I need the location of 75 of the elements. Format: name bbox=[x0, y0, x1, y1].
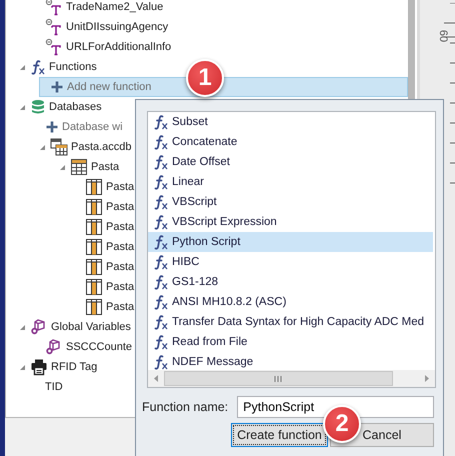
scroll-left-icon[interactable] bbox=[154, 375, 158, 382]
function-icon bbox=[153, 354, 169, 370]
column-icon bbox=[85, 278, 103, 296]
function-icon bbox=[153, 234, 169, 250]
text-field-icon bbox=[45, 18, 63, 36]
function-icon bbox=[153, 314, 169, 330]
function-item[interactable]: Transfer Data Syntax for High Capacity ADC Med bbox=[148, 312, 433, 332]
plus-icon bbox=[50, 80, 64, 94]
text-field-icon bbox=[45, 38, 63, 56]
function-icon bbox=[153, 214, 169, 230]
tree-item[interactable]: Pasta bbox=[6, 197, 134, 217]
tree-item[interactable]: Databases bbox=[6, 97, 102, 117]
tables-icon bbox=[50, 138, 68, 156]
plus-icon bbox=[45, 120, 59, 134]
function-name-label: Function name: bbox=[142, 400, 228, 414]
tree-item[interactable]: TID bbox=[6, 377, 63, 397]
function-item[interactable]: Subset bbox=[148, 112, 433, 132]
expand-arrow-icon[interactable] bbox=[19, 324, 26, 330]
tree-item[interactable]: Global Variables bbox=[6, 317, 131, 337]
expand-arrow-icon[interactable] bbox=[19, 64, 26, 70]
function-item[interactable]: ANSI MH10.8.2 (ASC) bbox=[148, 292, 433, 312]
column-icon bbox=[85, 258, 103, 276]
tree-item[interactable]: Pasta bbox=[6, 177, 134, 197]
expand-arrow-icon[interactable] bbox=[59, 164, 66, 170]
function-item[interactable]: Python Script bbox=[148, 232, 433, 252]
function-icon bbox=[153, 254, 169, 270]
function-icon bbox=[30, 59, 46, 75]
column-icon bbox=[85, 198, 103, 216]
tree-item[interactable]: SSCCCounte bbox=[6, 337, 132, 357]
tree-item[interactable]: TradeName2_Value bbox=[6, 0, 164, 17]
function-item[interactable]: VBScript Expression bbox=[148, 212, 433, 232]
expand-arrow-icon[interactable] bbox=[39, 144, 46, 150]
function-item[interactable]: Read from File bbox=[148, 332, 433, 352]
function-icon bbox=[153, 154, 169, 170]
column-icon bbox=[85, 178, 103, 196]
tree-item[interactable]: UnitDIIssuingAgency bbox=[6, 17, 168, 37]
scroll-right-icon[interactable] bbox=[425, 375, 429, 382]
grip-icon bbox=[274, 376, 283, 382]
column-icon bbox=[85, 298, 103, 316]
function-item[interactable]: VBScript bbox=[148, 192, 433, 212]
function-item[interactable]: HIBC bbox=[148, 252, 433, 272]
function-icon bbox=[153, 194, 169, 210]
function-item[interactable]: Concatenate bbox=[148, 132, 433, 152]
tree-item[interactable]: Database wi bbox=[6, 117, 123, 137]
function-icon bbox=[153, 274, 169, 290]
printer-icon bbox=[30, 358, 48, 376]
column-icon bbox=[85, 238, 103, 256]
function-icon bbox=[153, 294, 169, 310]
column-icon bbox=[85, 218, 103, 236]
database-icon bbox=[30, 99, 46, 115]
function-item[interactable]: Date Offset bbox=[148, 152, 433, 172]
dialog-button[interactable]: Create function bbox=[231, 423, 328, 447]
tree-item[interactable]: Pasta bbox=[6, 297, 134, 317]
tree-item[interactable]: Functions bbox=[6, 57, 97, 77]
table-icon bbox=[70, 158, 88, 176]
function-icon bbox=[153, 174, 169, 190]
tree-item[interactable]: Pasta bbox=[6, 257, 134, 277]
function-item[interactable]: NDEF Message bbox=[148, 352, 433, 372]
ruler-label: 60 bbox=[436, 30, 449, 42]
expand-arrow-icon[interactable] bbox=[19, 364, 26, 370]
tree-item[interactable]: Pasta bbox=[6, 157, 120, 177]
tree-item[interactable]: URLForAdditionalInfo bbox=[6, 37, 172, 57]
text-field-icon bbox=[45, 0, 63, 16]
expand-arrow-icon[interactable] bbox=[19, 104, 26, 110]
function-item[interactable]: Linear bbox=[148, 172, 433, 192]
tree-item[interactable]: Pasta bbox=[6, 217, 134, 237]
function-icon bbox=[153, 114, 169, 130]
function-item[interactable]: GS1-128 bbox=[148, 272, 433, 292]
tree-item[interactable]: Pasta.accdb bbox=[6, 137, 132, 157]
tree-item[interactable]: Pasta bbox=[6, 277, 134, 297]
tree-item[interactable]: RFID Tag bbox=[6, 357, 98, 377]
function-icon bbox=[153, 334, 169, 350]
horizontal-scrollbar[interactable] bbox=[148, 370, 435, 387]
tree-item[interactable]: Pasta bbox=[6, 237, 134, 257]
function-icon bbox=[153, 134, 169, 150]
